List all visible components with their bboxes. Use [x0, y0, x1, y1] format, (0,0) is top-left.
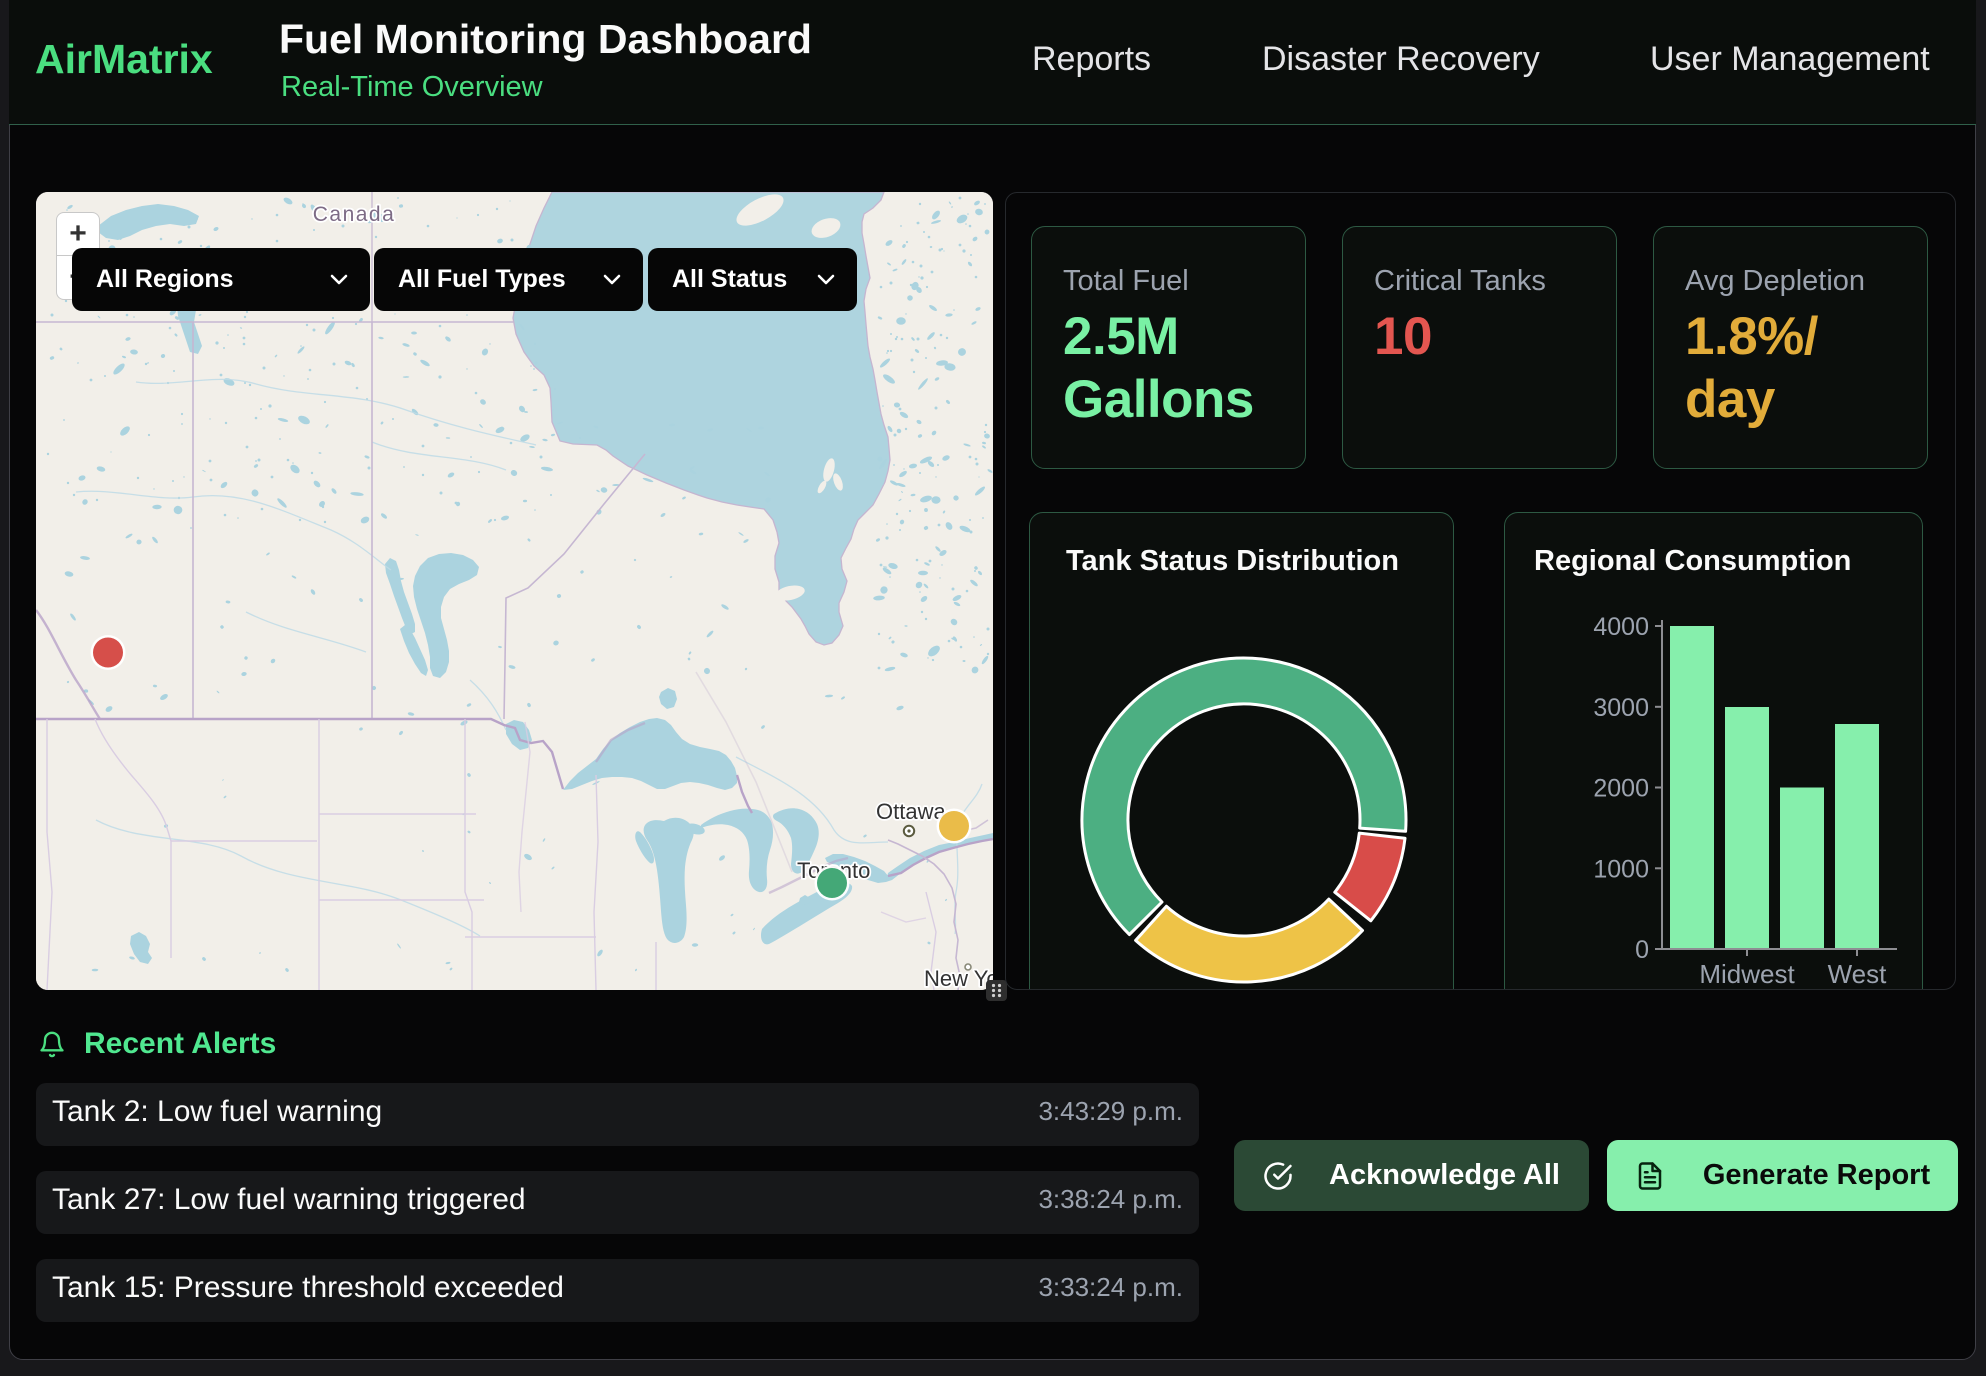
- svg-text:Canada: Canada: [313, 203, 396, 226]
- svg-text:New York: New York: [924, 966, 993, 990]
- svg-text:1000: 1000: [1593, 855, 1649, 883]
- svg-text:4000: 4000: [1593, 613, 1649, 641]
- svg-text:2000: 2000: [1593, 775, 1649, 803]
- svg-text:3000: 3000: [1593, 694, 1649, 722]
- svg-text:West: West: [1828, 959, 1888, 989]
- svg-text:Midwest: Midwest: [1699, 959, 1795, 989]
- svg-text:Ottawa: Ottawa: [876, 799, 946, 824]
- svg-text:0: 0: [1635, 936, 1649, 964]
